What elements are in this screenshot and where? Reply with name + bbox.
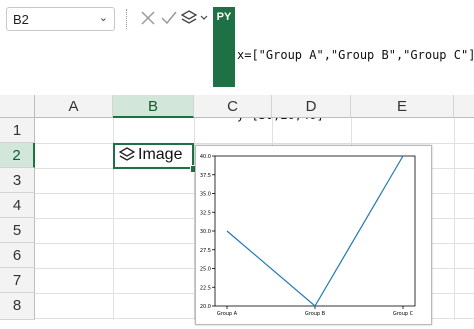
column-header-e[interactable]: E — [351, 95, 454, 118]
row-header-4[interactable]: 4 — [0, 193, 35, 218]
row-header-5[interactable]: 5 — [0, 218, 35, 243]
cell-value: Image — [138, 146, 182, 164]
row-header-2[interactable]: 2 — [0, 143, 35, 168]
y-tick-label: 37.5 — [200, 173, 211, 179]
formula-input[interactable]: x=["Group A","Group B","Group C"] y=[30,… — [237, 5, 473, 91]
checkmark-icon[interactable] — [158, 7, 180, 29]
chart-image[interactable]: 20.0 22.5 25.0 27.5 30.0 32.5 35.0 37.5 40.0 Grou… — [195, 145, 432, 325]
plot-frame — [215, 156, 415, 306]
y-tick-label: 40.0 — [200, 154, 211, 160]
column-header-a[interactable]: A — [35, 95, 113, 118]
name-box-value: B2 — [13, 12, 29, 27]
image-layers-icon — [118, 146, 136, 164]
x-tick-label: Group A — [217, 311, 238, 317]
formula-line: x=["Group A","Group B","Group C"] — [237, 45, 473, 65]
column-header-b[interactable]: B — [113, 95, 194, 118]
row-header-8[interactable]: 8 — [0, 293, 35, 320]
row-header-3[interactable]: 3 — [0, 168, 35, 193]
row-header-1[interactable]: 1 — [0, 118, 35, 143]
x-tick-label: Group C — [393, 311, 414, 317]
chevron-down-icon[interactable]: ⌄ — [99, 11, 108, 24]
y-tick-label: 27.5 — [200, 248, 211, 254]
column-header-next[interactable] — [454, 95, 474, 118]
row-gridline — [35, 143, 474, 144]
x-tick-label: Group B — [305, 311, 326, 317]
y-tick-label: 35.0 — [200, 192, 211, 198]
series-line — [227, 156, 403, 306]
row-header-6[interactable]: 6 — [0, 243, 35, 268]
column-gridline — [454, 118, 455, 320]
column-header-c[interactable]: C — [194, 95, 272, 118]
y-tick-label: 32.5 — [200, 210, 211, 216]
cancel-icon[interactable] — [137, 7, 159, 29]
python-badge: PY — [213, 7, 235, 87]
column-header-d[interactable]: D — [272, 95, 351, 118]
y-tick-label: 25.0 — [200, 267, 211, 273]
toolbar-separator — [126, 9, 127, 29]
select-all-corner[interactable] — [0, 95, 35, 118]
line-chart: 20.0 22.5 25.0 27.5 30.0 32.5 35.0 37.5 40.0 Grou… — [196, 146, 431, 324]
y-tick-label: 20.0 — [200, 304, 211, 310]
y-tick-label: 22.5 — [200, 285, 211, 291]
y-tick-label: 30.0 — [200, 229, 211, 235]
layers-icon[interactable] — [180, 7, 210, 29]
row-header-7[interactable]: 7 — [0, 268, 35, 293]
name-box[interactable]: B2 ⌄ — [6, 7, 115, 31]
